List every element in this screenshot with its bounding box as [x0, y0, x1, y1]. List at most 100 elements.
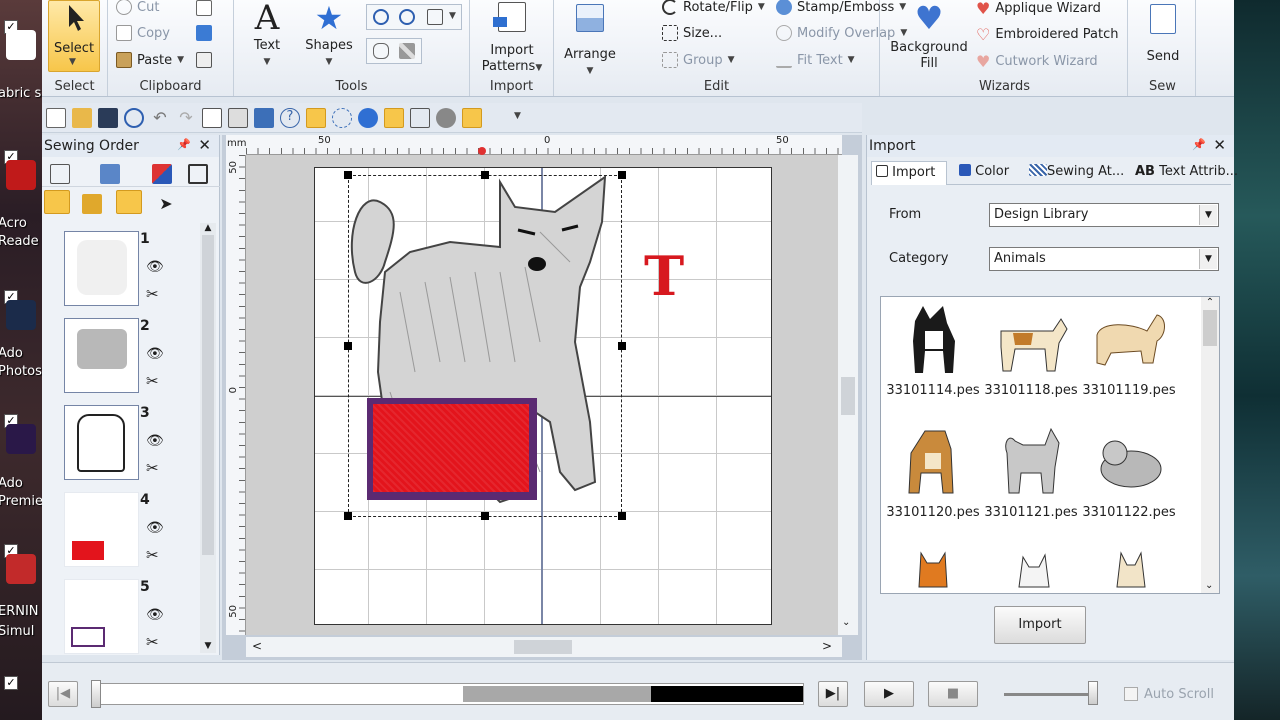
gallery-item[interactable]: 33101114.pes	[885, 301, 981, 398]
sewing-item[interactable]: 2 👁 ✂	[42, 318, 202, 400]
copy-button[interactable]: Copy	[116, 25, 170, 41]
desktop-item-premiere[interactable]: ✓ Ado Premie	[0, 410, 42, 510]
selection-handle[interactable]	[618, 512, 626, 520]
ruler-measure-icon[interactable]	[399, 43, 415, 59]
delete-icon[interactable]	[196, 52, 212, 68]
scissors-toggle-icon[interactable]	[116, 190, 142, 214]
stitch-view-icon[interactable]	[332, 108, 352, 128]
settings-gear-icon[interactable]	[436, 108, 456, 128]
pin-icon[interactable]: 📌	[177, 138, 191, 151]
arrange-button[interactable]: Arrange ▼	[560, 0, 620, 79]
new-file-icon[interactable]	[46, 108, 66, 128]
scroll-thumb[interactable]	[514, 640, 572, 654]
cut-button[interactable]: Cut	[116, 0, 159, 15]
skip-start-icon[interactable]: |◀	[48, 681, 78, 707]
redo-icon[interactable]: ↷	[176, 108, 196, 128]
chevron-up-icon[interactable]: ⌃	[1201, 297, 1219, 308]
gallery-item[interactable]	[983, 547, 1079, 593]
stitch-simulator-icon[interactable]	[254, 108, 274, 128]
gallery-item[interactable]: 33101120.pes	[885, 423, 981, 520]
pin-icon[interactable]: 📌	[1192, 138, 1206, 151]
scroll-thumb[interactable]	[1203, 310, 1217, 346]
scissors-icon[interactable]: ✂	[146, 633, 159, 651]
text-object-t[interactable]: T	[644, 246, 684, 306]
sewing-item[interactable]: 5 👁 ✂	[42, 579, 202, 655]
preview-icon[interactable]	[202, 108, 222, 128]
shapes-tool-button[interactable]: ★ Shapes ▼	[298, 0, 360, 70]
color-sort-icon[interactable]	[152, 164, 172, 184]
progress-track[interactable]	[91, 680, 804, 708]
paste-button[interactable]: Paste ▼	[116, 52, 184, 68]
desktop-item-bernina[interactable]: ✓ ERNIN Simul	[0, 540, 42, 640]
select-button[interactable]: Select ▼	[48, 0, 100, 72]
select-all-icon[interactable]	[50, 164, 70, 184]
send-button[interactable]: Send	[1136, 0, 1190, 65]
gallery-item[interactable]: 33101118.pes	[983, 301, 1079, 398]
horizontal-scrollbar[interactable]: < >	[246, 637, 842, 657]
selection-handle[interactable]	[481, 171, 489, 179]
sewing-item[interactable]: 1 👁 ✂	[42, 231, 202, 313]
sewing-scrollbar[interactable]: ▲ ▼	[200, 223, 216, 653]
stop-icon[interactable]: ■	[928, 681, 978, 707]
selection-handle[interactable]	[618, 171, 626, 179]
scroll-thumb[interactable]	[202, 235, 214, 555]
desktop-item-fabric[interactable]: ✓ abric s	[0, 10, 42, 110]
grid-icon[interactable]	[196, 25, 212, 41]
selection-handle[interactable]	[481, 512, 489, 520]
scroll-thumb[interactable]	[841, 377, 855, 415]
background-fill-button[interactable]: ♥ Background Fill	[886, 0, 972, 72]
gallery-item[interactable]: 33101121.pes	[983, 423, 1079, 520]
zoom-in-icon[interactable]	[373, 9, 389, 25]
size-button[interactable]: Size...	[662, 25, 722, 41]
selection-handle[interactable]	[344, 512, 352, 520]
zoom-icon[interactable]	[124, 108, 144, 128]
lock-icon[interactable]	[82, 194, 102, 214]
help-icon[interactable]: ?	[280, 108, 300, 128]
cursor-icon[interactable]: ➤	[156, 194, 176, 214]
progress-slider-handle[interactable]	[91, 680, 101, 708]
hand-pan-icon[interactable]	[373, 43, 389, 59]
speed-track[interactable]	[1004, 681, 1098, 705]
speed-slider-handle[interactable]	[1088, 681, 1098, 705]
desktop-item-photoshop[interactable]: ✓ Ado Photos	[0, 280, 42, 380]
close-icon[interactable]: ✕	[198, 136, 211, 154]
gallery-item[interactable]	[885, 547, 981, 593]
scissors-icon[interactable]: ✂	[146, 546, 159, 564]
chevron-down-icon[interactable]: ▼	[514, 111, 521, 121]
eye-icon[interactable]: 👁	[146, 520, 164, 536]
chevron-down-icon[interactable]: ⌄	[842, 617, 850, 628]
group-button[interactable]: Group ▼	[662, 52, 735, 68]
chevron-down-icon[interactable]: ▼	[449, 11, 456, 21]
selection-handle[interactable]	[344, 342, 352, 350]
scissors-icon[interactable]: ✂	[146, 372, 159, 390]
eye-toggle-icon[interactable]	[44, 190, 70, 214]
frame-icon[interactable]	[188, 164, 208, 184]
chevron-down-icon[interactable]: ⌄	[1205, 580, 1213, 591]
blue-circle-icon[interactable]	[358, 108, 378, 128]
chevron-left-icon[interactable]: <	[252, 639, 262, 653]
auto-scroll-checkbox[interactable]	[1124, 687, 1138, 701]
close-icon[interactable]: ✕	[1213, 136, 1226, 154]
category-select[interactable]: Animals ▼	[989, 247, 1219, 271]
import-patterns-button[interactable]: Import Patterns▼	[474, 0, 550, 76]
open-folder-icon[interactable]	[72, 108, 92, 128]
save-icon[interactable]	[98, 108, 118, 128]
sewing-order-toggle-icon[interactable]	[306, 108, 326, 128]
import-button[interactable]: Import	[994, 606, 1086, 644]
embroidered-patch-button[interactable]: ♡ Embroidered Patch	[976, 25, 1119, 44]
active-view-icon[interactable]	[384, 108, 404, 128]
selection-handle[interactable]	[618, 342, 626, 350]
undo-icon[interactable]: ↶	[150, 108, 170, 128]
gallery-scrollbar[interactable]: ⌃ ⌄	[1201, 297, 1219, 593]
chevron-right-icon[interactable]: >	[822, 639, 832, 653]
zoom-fit-icon[interactable]	[427, 9, 443, 25]
ruler-marker[interactable]	[478, 147, 486, 155]
print-preview-icon[interactable]	[410, 108, 430, 128]
scissors-icon[interactable]: ✂	[146, 459, 159, 477]
chevron-down-icon[interactable]: ▼	[1199, 249, 1217, 269]
zoom-out-icon[interactable]	[399, 9, 415, 25]
play-icon[interactable]: ▶	[864, 681, 914, 707]
realistic-view-icon[interactable]	[228, 108, 248, 128]
sort-icon[interactable]	[100, 164, 120, 184]
scissors-icon[interactable]: ✂	[146, 285, 159, 303]
